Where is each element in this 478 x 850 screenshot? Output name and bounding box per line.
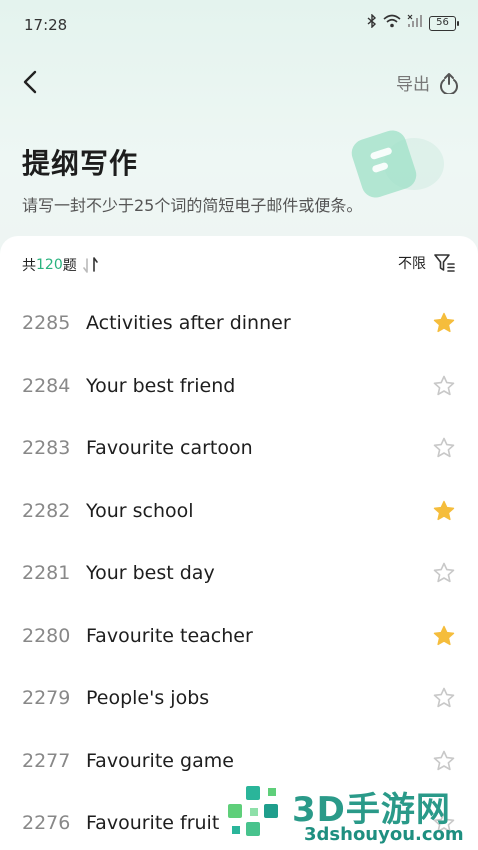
- list-item[interactable]: 2283 Favourite cartoon: [0, 417, 478, 480]
- topic-number: 2283: [22, 437, 71, 460]
- export-icon: [440, 72, 458, 94]
- topic-number: 2285: [22, 312, 71, 335]
- bluetooth-icon: [367, 13, 377, 32]
- chevron-left-icon: [23, 70, 37, 94]
- filter-icon: [434, 254, 455, 272]
- count-prefix: 共: [22, 258, 36, 274]
- status-bar: 17:28 56: [0, 0, 478, 50]
- page-title: 提纲写作: [22, 147, 139, 180]
- topic-number: 2281: [22, 562, 71, 585]
- star-filled-icon[interactable]: [432, 499, 456, 523]
- export-button[interactable]: 导出: [396, 70, 460, 95]
- topic-list: 2285 Activities after dinner 2284 Your b…: [0, 292, 478, 850]
- watermark-url: 3dshouyou.com: [304, 824, 464, 845]
- topic-number: 2279: [22, 687, 71, 710]
- topic-number: 2284: [22, 374, 71, 397]
- filter-button[interactable]: 不限: [398, 253, 456, 273]
- topic-title: Your best friend: [86, 374, 236, 397]
- topic-title: Favourite teacher: [86, 624, 253, 647]
- back-button[interactable]: [14, 66, 46, 98]
- topic-title: Favourite cartoon: [86, 437, 253, 460]
- topic-number: 2276: [22, 812, 71, 835]
- list-item[interactable]: 2279 People's jobs: [0, 667, 478, 730]
- topic-number: 2280: [22, 624, 71, 647]
- topic-list-card: 共 120 题 不限 2285 Activities after dinner: [0, 236, 478, 850]
- battery-icon: 56: [429, 15, 459, 31]
- topic-title: Activities after dinner: [86, 312, 291, 335]
- topic-title: Your best day: [86, 562, 215, 585]
- wifi-icon: [383, 14, 401, 32]
- list-item[interactable]: 2280 Favourite teacher: [0, 605, 478, 668]
- total-count: 共 120 题: [22, 255, 99, 275]
- count-number: 120: [36, 257, 63, 273]
- status-icons: 56: [367, 13, 459, 32]
- star-filled-icon[interactable]: [432, 311, 456, 335]
- watermark: 3D手游网 3dshouyou.com: [222, 780, 478, 850]
- topic-title: Favourite fruit: [86, 812, 220, 835]
- page-subtitle: 请写一封不少于25个词的简短电子邮件或便条。: [22, 196, 363, 215]
- star-outline-icon[interactable]: [432, 561, 456, 585]
- status-time: 17:28: [24, 16, 68, 34]
- topic-title: People's jobs: [86, 687, 210, 710]
- topic-number: 2282: [22, 499, 71, 522]
- topic-title: Favourite game: [86, 749, 234, 772]
- list-header: 共 120 题 不限: [0, 236, 478, 292]
- filter-label: 不限: [398, 256, 426, 272]
- sort-icon: [82, 257, 98, 273]
- star-outline-icon[interactable]: [432, 686, 456, 710]
- star-filled-icon[interactable]: [432, 624, 456, 648]
- topic-title: Your school: [86, 499, 194, 522]
- count-suffix: 题: [62, 258, 77, 274]
- sort-button[interactable]: [82, 256, 99, 274]
- star-outline-icon[interactable]: [432, 749, 456, 773]
- watermark-logo-icon: [228, 786, 278, 836]
- signal-icon: [407, 14, 423, 32]
- list-item[interactable]: 2285 Activities after dinner: [0, 292, 478, 355]
- topic-number: 2277: [22, 749, 71, 772]
- star-outline-icon[interactable]: [432, 374, 456, 398]
- list-item[interactable]: 2284 Your best friend: [0, 355, 478, 418]
- list-item[interactable]: 2282 Your school: [0, 480, 478, 543]
- list-item[interactable]: 2281 Your best day: [0, 542, 478, 605]
- star-outline-icon[interactable]: [432, 436, 456, 460]
- export-label: 导出: [396, 75, 430, 95]
